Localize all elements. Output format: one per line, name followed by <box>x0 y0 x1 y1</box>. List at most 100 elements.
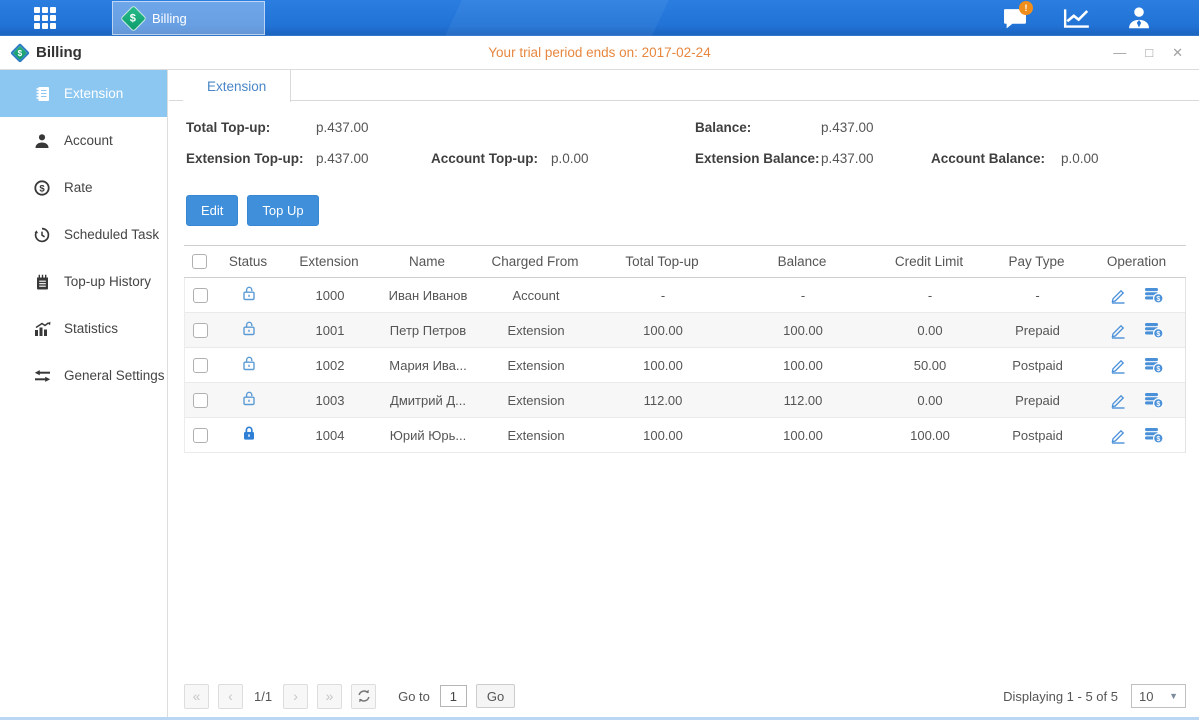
col-charged-from: Charged From <box>478 254 592 269</box>
tab-strip: Extension <box>169 70 1199 101</box>
cell-balance: - <box>733 288 873 303</box>
cell-name: Дмитрий Д... <box>377 393 479 408</box>
cell-charged-from: Extension <box>479 393 593 408</box>
account-topup-label: Account Top-up: <box>431 151 538 166</box>
cell-total-topup: - <box>593 288 733 303</box>
sidebar-item-topup-history[interactable]: Top-up History <box>0 258 167 305</box>
displaying-text: Displaying 1 - 5 of 5 <box>1003 689 1118 704</box>
prev-page-button[interactable]: ‹ <box>218 684 243 709</box>
table-body: 1000 Иван Иванов Account - - - - $ 1001 <box>184 278 1186 453</box>
edit-button[interactable]: Edit <box>186 195 238 226</box>
topup-row-icon[interactable]: $ <box>1144 356 1164 374</box>
edit-row-icon[interactable] <box>1109 322 1127 339</box>
lock-closed-icon <box>215 425 283 445</box>
sidebar-item-label: Rate <box>64 180 93 195</box>
notifications-button[interactable]: ! <box>999 4 1031 32</box>
col-credit-limit: Credit Limit <box>872 254 986 269</box>
sidebar-item-statistics[interactable]: Statistics <box>0 305 167 352</box>
pagination-bar: « ‹ 1/1 › » Go to Go Displaying 1 - 5 of… <box>184 683 1186 709</box>
cell-extension: 1004 <box>283 428 377 443</box>
cell-total-topup: 100.00 <box>593 323 733 338</box>
cell-extension: 1003 <box>283 393 377 408</box>
user-account-button[interactable] <box>1123 4 1155 32</box>
next-page-button[interactable]: › <box>283 684 308 709</box>
extension-balance-value: p.437.00 <box>821 151 874 166</box>
sidebar-item-label: Top-up History <box>64 274 151 289</box>
sidebar-item-label: Extension <box>64 86 123 101</box>
dollar-circle-icon: $ <box>33 179 51 196</box>
col-pay-type: Pay Type <box>986 254 1087 269</box>
table-row: 1004 Юрий Юрь... Extension 100.00 100.00… <box>185 418 1185 453</box>
cell-charged-from: Extension <box>479 358 593 373</box>
transfer-arrows-icon <box>33 367 51 384</box>
cell-extension: 1002 <box>283 358 377 373</box>
sidebar-item-general-settings[interactable]: General Settings <box>0 352 167 399</box>
select-all-checkbox[interactable] <box>192 254 207 269</box>
billing-window-icon: $ <box>10 43 30 63</box>
reports-button[interactable] <box>1061 4 1093 32</box>
cell-credit-limit: 50.00 <box>873 358 987 373</box>
tab-label: Extension <box>207 79 266 94</box>
col-operation: Operation <box>1087 254 1186 269</box>
lock-open-icon <box>215 355 283 375</box>
balance-label: Balance: <box>695 120 751 135</box>
edit-row-icon[interactable] <box>1109 427 1127 444</box>
sidebar: Extension Account $ Rate Scheduled Task … <box>0 70 168 717</box>
balance-value: p.437.00 <box>821 120 874 135</box>
cell-pay-type: Postpaid <box>987 358 1088 373</box>
topup-row-icon[interactable]: $ <box>1144 286 1164 304</box>
row-checkbox[interactable] <box>193 393 208 408</box>
col-total-topup: Total Top-up <box>592 254 732 269</box>
cell-name: Мария Ива... <box>377 358 479 373</box>
sidebar-item-label: Statistics <box>64 321 118 336</box>
edit-row-icon[interactable] <box>1109 357 1127 374</box>
notification-badge: ! <box>1019 1 1033 15</box>
page-size-select[interactable]: 10 ▼ <box>1131 684 1186 708</box>
refresh-button[interactable] <box>351 684 376 709</box>
topup-row-icon[interactable]: $ <box>1144 426 1164 444</box>
cell-total-topup: 112.00 <box>593 393 733 408</box>
taskbar-item-billing[interactable]: $ Billing <box>112 1 265 35</box>
cell-charged-from: Extension <box>479 323 593 338</box>
line-chart-icon <box>1063 6 1091 30</box>
maximize-button[interactable]: □ <box>1145 46 1153 59</box>
go-button[interactable]: Go <box>476 684 515 708</box>
edit-row-icon[interactable] <box>1109 287 1127 304</box>
cell-credit-limit: 100.00 <box>873 428 987 443</box>
sidebar-item-rate[interactable]: $ Rate <box>0 164 167 211</box>
sidebar-item-extension[interactable]: Extension <box>0 70 167 117</box>
tab-extension[interactable]: Extension <box>183 70 291 102</box>
close-button[interactable]: ✕ <box>1172 46 1183 59</box>
edit-row-icon[interactable] <box>1109 392 1127 409</box>
extensions-table: Status Extension Name Charged From Total… <box>184 245 1186 453</box>
col-name: Name <box>376 254 478 269</box>
row-checkbox[interactable] <box>193 323 208 338</box>
table-row: 1003 Дмитрий Д... Extension 112.00 112.0… <box>185 383 1185 418</box>
app-launcher-grid-icon[interactable] <box>34 7 56 29</box>
table-row: 1001 Петр Петров Extension 100.00 100.00… <box>185 313 1185 348</box>
sidebar-item-account[interactable]: Account <box>0 117 167 164</box>
sidebar-item-label: General Settings <box>64 368 165 383</box>
minimize-button[interactable]: — <box>1113 46 1126 59</box>
goto-page-input[interactable] <box>440 685 467 707</box>
table-row: 1002 Мария Ива... Extension 100.00 100.0… <box>185 348 1185 383</box>
topup-row-icon[interactable]: $ <box>1144 391 1164 409</box>
topup-row-icon[interactable]: $ <box>1144 321 1164 339</box>
stats-chart-icon <box>33 320 51 337</box>
col-status: Status <box>214 254 282 269</box>
row-checkbox[interactable] <box>193 288 208 303</box>
cell-pay-type: Postpaid <box>987 428 1088 443</box>
topup-button[interactable]: Top Up <box>247 195 318 226</box>
last-page-button[interactable]: » <box>317 684 342 709</box>
row-checkbox[interactable] <box>193 428 208 443</box>
first-page-button[interactable]: « <box>184 684 209 709</box>
svg-text:$: $ <box>1156 401 1160 408</box>
cell-charged-from: Account <box>479 288 593 303</box>
sidebar-item-scheduled-task[interactable]: Scheduled Task <box>0 211 167 258</box>
lock-open-icon <box>215 320 283 340</box>
table-header: Status Extension Name Charged From Total… <box>184 245 1186 278</box>
col-extension: Extension <box>282 254 376 269</box>
svg-text:$: $ <box>1156 331 1160 338</box>
row-checkbox[interactable] <box>193 358 208 373</box>
cell-credit-limit: 0.00 <box>873 393 987 408</box>
